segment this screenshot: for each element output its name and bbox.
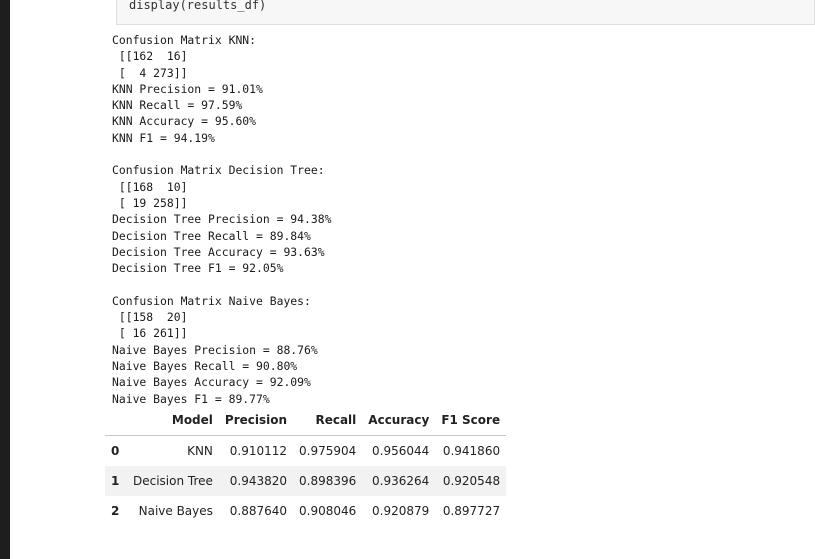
output-line: KNN Precision = 91.01% — [112, 81, 263, 96]
cell-output-text: Confusion Matrix KNN: [[162 16] [ 4 273]… — [112, 32, 331, 407]
output-line: [[168 10] — [112, 179, 188, 194]
f1-score-cell: 0.920548 — [435, 466, 507, 496]
table-row: 0 KNN 0.910112 0.975904 0.956044 0.94186… — [105, 435, 507, 466]
accuracy-cell: 0.920879 — [362, 496, 436, 526]
model-cell: Decision Tree — [127, 466, 219, 496]
recall-cell: 0.908046 — [293, 496, 363, 526]
window-edge-bar — [0, 0, 10, 559]
output-line: Naive Bayes Accuracy = 92.09% — [112, 375, 311, 390]
output-line: [ 19 258]] — [112, 195, 188, 210]
accuracy-cell: 0.936264 — [362, 466, 436, 496]
table-row: 2 Naive Bayes 0.887640 0.908046 0.920879… — [105, 496, 507, 526]
output-line: Decision Tree Precision = 94.38% — [112, 212, 332, 227]
results-dataframe: Model Precision Recall Accuracy F1 Score… — [105, 405, 507, 526]
recall-cell: 0.898396 — [293, 466, 363, 496]
output-line: Naive Bayes Recall = 90.80% — [112, 358, 298, 373]
column-header-recall: Recall — [293, 405, 363, 436]
f1-score-cell: 0.897727 — [435, 496, 507, 526]
output-line: [[162 16] — [112, 49, 188, 64]
output-line: Decision Tree F1 = 92.05% — [112, 261, 284, 276]
code-cell[interactable]: display(results_df) — [116, 0, 815, 25]
column-header-model: Model — [127, 405, 219, 436]
output-line: Confusion Matrix Decision Tree: — [112, 163, 325, 178]
output-line: [ 16 261]] — [112, 326, 188, 341]
code-line: display(results_df) — [129, 0, 267, 12]
precision-cell: 0.943820 — [218, 466, 294, 496]
precision-cell: 0.887640 — [218, 496, 294, 526]
output-line: KNN F1 = 94.19% — [112, 130, 215, 145]
row-index: 0 — [105, 435, 127, 466]
output-line: KNN Recall = 97.59% — [112, 98, 243, 113]
recall-cell: 0.975904 — [293, 435, 363, 466]
column-header-precision: Precision — [218, 405, 294, 436]
accuracy-cell: 0.956044 — [362, 435, 436, 466]
output-line: Naive Bayes Precision = 88.76% — [112, 342, 318, 357]
table-row: 1 Decision Tree 0.943820 0.898396 0.9362… — [105, 466, 507, 496]
model-cell: Naive Bayes — [127, 496, 219, 526]
precision-cell: 0.910112 — [218, 435, 294, 466]
output-line: [ 4 273]] — [112, 65, 188, 80]
output-line: Confusion Matrix Naive Bayes: — [112, 293, 311, 308]
table-header-row: Model Precision Recall Accuracy F1 Score — [105, 405, 507, 436]
model-cell: KNN — [127, 435, 219, 466]
output-line: KNN Accuracy = 95.60% — [112, 114, 257, 129]
f1-score-cell: 0.941860 — [435, 435, 507, 466]
index-header — [105, 405, 127, 436]
column-header-accuracy: Accuracy — [362, 405, 436, 436]
row-index: 1 — [105, 466, 127, 496]
output-line: Confusion Matrix KNN: — [112, 33, 257, 47]
column-header-f1-score: F1 Score — [435, 405, 507, 436]
output-line: [[158 20] — [112, 310, 188, 325]
output-line: Decision Tree Recall = 89.84% — [112, 228, 311, 243]
row-index: 2 — [105, 496, 127, 526]
output-line: Decision Tree Accuracy = 93.63% — [112, 244, 325, 259]
